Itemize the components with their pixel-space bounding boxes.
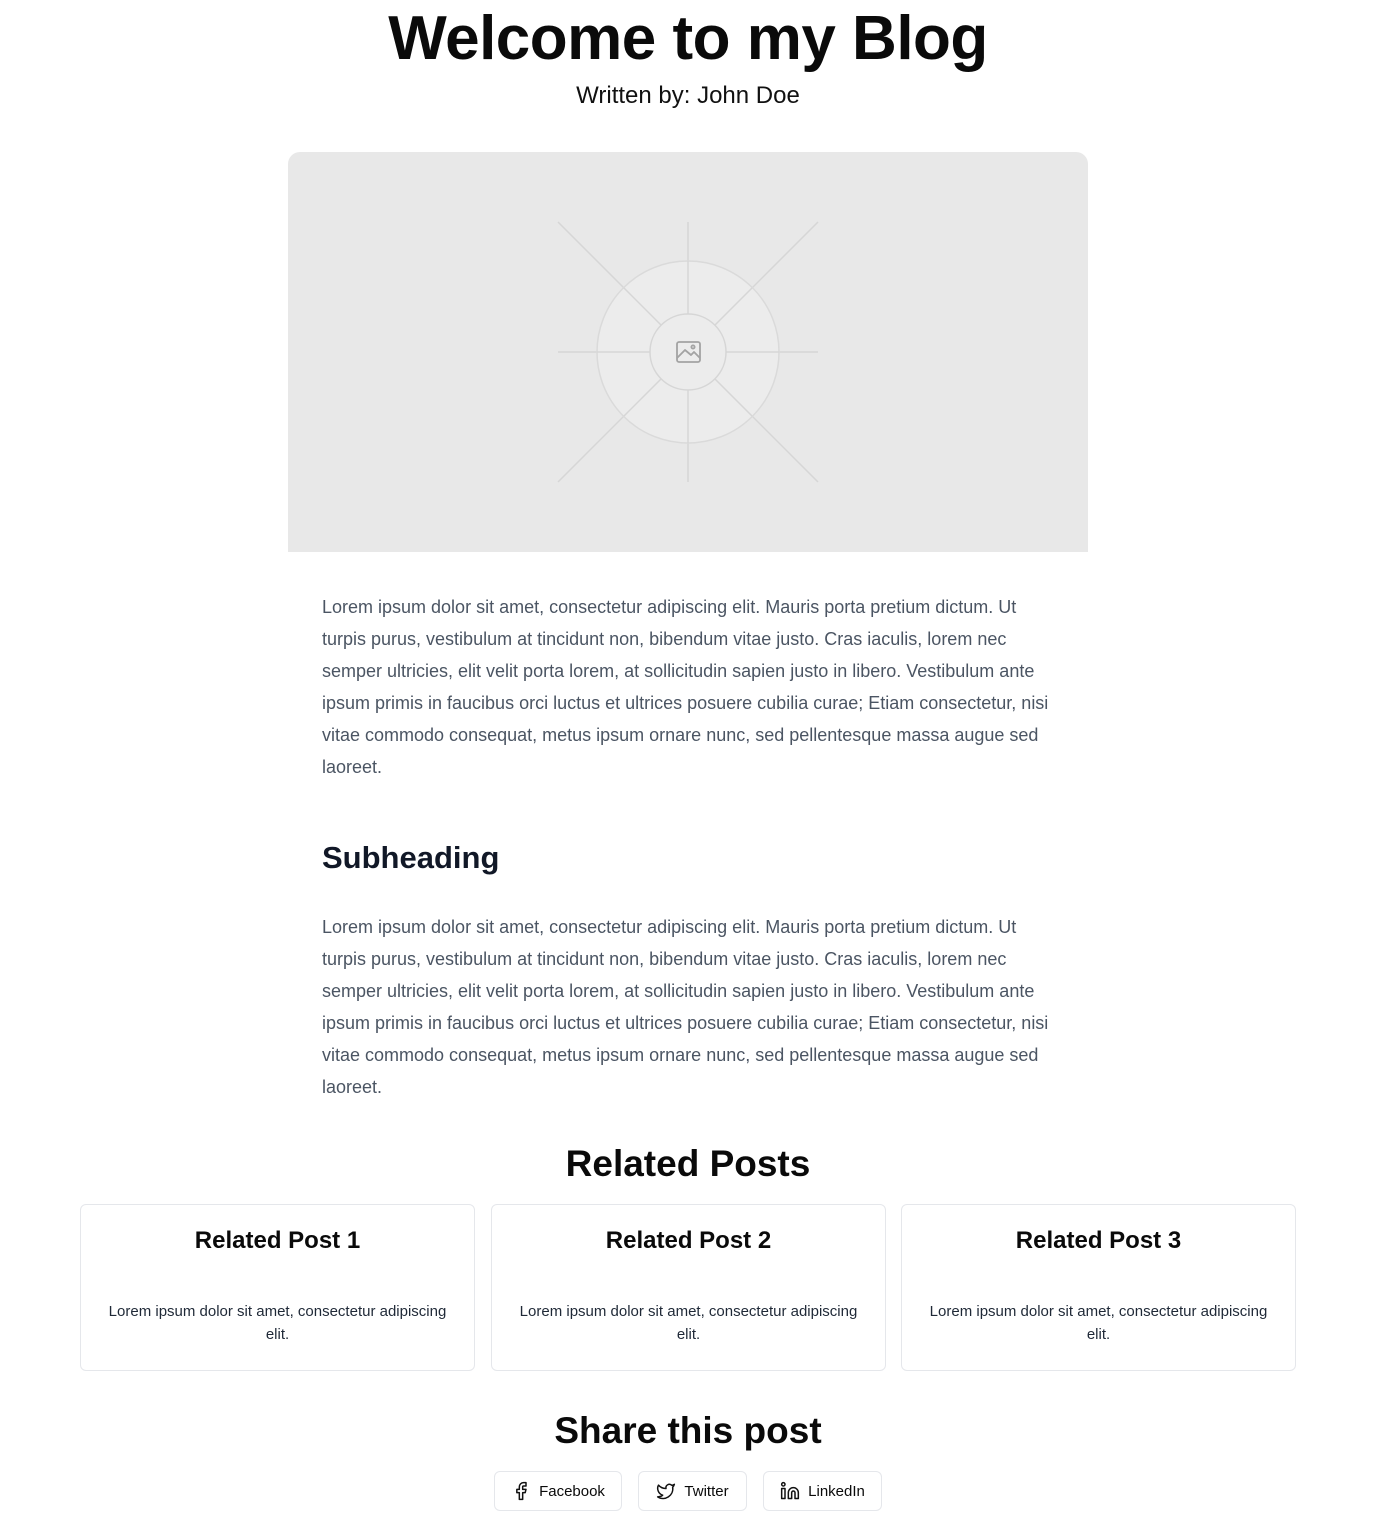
page-title: Welcome to my Blog bbox=[388, 4, 988, 73]
twitter-icon bbox=[656, 1481, 676, 1501]
share-linkedin-button[interactable]: LinkedIn bbox=[763, 1471, 882, 1511]
share-facebook-button[interactable]: Facebook bbox=[494, 1471, 622, 1511]
related-post-excerpt: Lorem ipsum dolor sit amet, consectetur … bbox=[929, 1303, 1268, 1343]
share-twitter-button[interactable]: Twitter bbox=[638, 1471, 747, 1511]
linkedin-icon bbox=[780, 1481, 800, 1501]
related-post-card-3[interactable]: Related Post 3 Lorem ipsum dolor sit ame… bbox=[901, 1204, 1296, 1371]
related-post-title[interactable]: Related Post 1 bbox=[81, 1225, 474, 1257]
author-byline: Written by: John Doe bbox=[576, 82, 800, 109]
share-button-label: Twitter bbox=[684, 1482, 729, 1500]
related-posts-heading: Related Posts bbox=[565, 1143, 811, 1184]
related-post-excerpt: Lorem ipsum dolor sit amet, consectetur … bbox=[108, 1303, 447, 1343]
article-paragraph-1: Lorem ipsum dolor sit amet, consectetur … bbox=[322, 597, 1049, 777]
related-post-card-2[interactable]: Related Post 2 Lorem ipsum dolor sit ame… bbox=[491, 1204, 886, 1371]
share-button-label: Facebook bbox=[539, 1482, 605, 1500]
related-post-title[interactable]: Related Post 2 bbox=[492, 1225, 885, 1257]
share-button-label: LinkedIn bbox=[808, 1482, 865, 1500]
article-paragraph-2: Lorem ipsum dolor sit amet, consectetur … bbox=[322, 917, 1049, 1097]
share-buttons: Facebook Twitter LinkedIn bbox=[0, 1471, 1376, 1511]
hero-image-placeholder bbox=[288, 152, 1088, 552]
related-post-title[interactable]: Related Post 3 bbox=[902, 1225, 1295, 1257]
facebook-icon bbox=[511, 1481, 531, 1501]
related-posts-list: Related Post 1 Lorem ipsum dolor sit ame… bbox=[80, 1204, 1296, 1371]
article-subheading: Subheading bbox=[322, 840, 500, 875]
share-heading: Share this post bbox=[554, 1410, 822, 1451]
placeholder-graphic bbox=[557, 221, 819, 483]
related-post-excerpt: Lorem ipsum dolor sit amet, consectetur … bbox=[519, 1303, 858, 1343]
related-post-card-1[interactable]: Related Post 1 Lorem ipsum dolor sit ame… bbox=[80, 1204, 475, 1371]
